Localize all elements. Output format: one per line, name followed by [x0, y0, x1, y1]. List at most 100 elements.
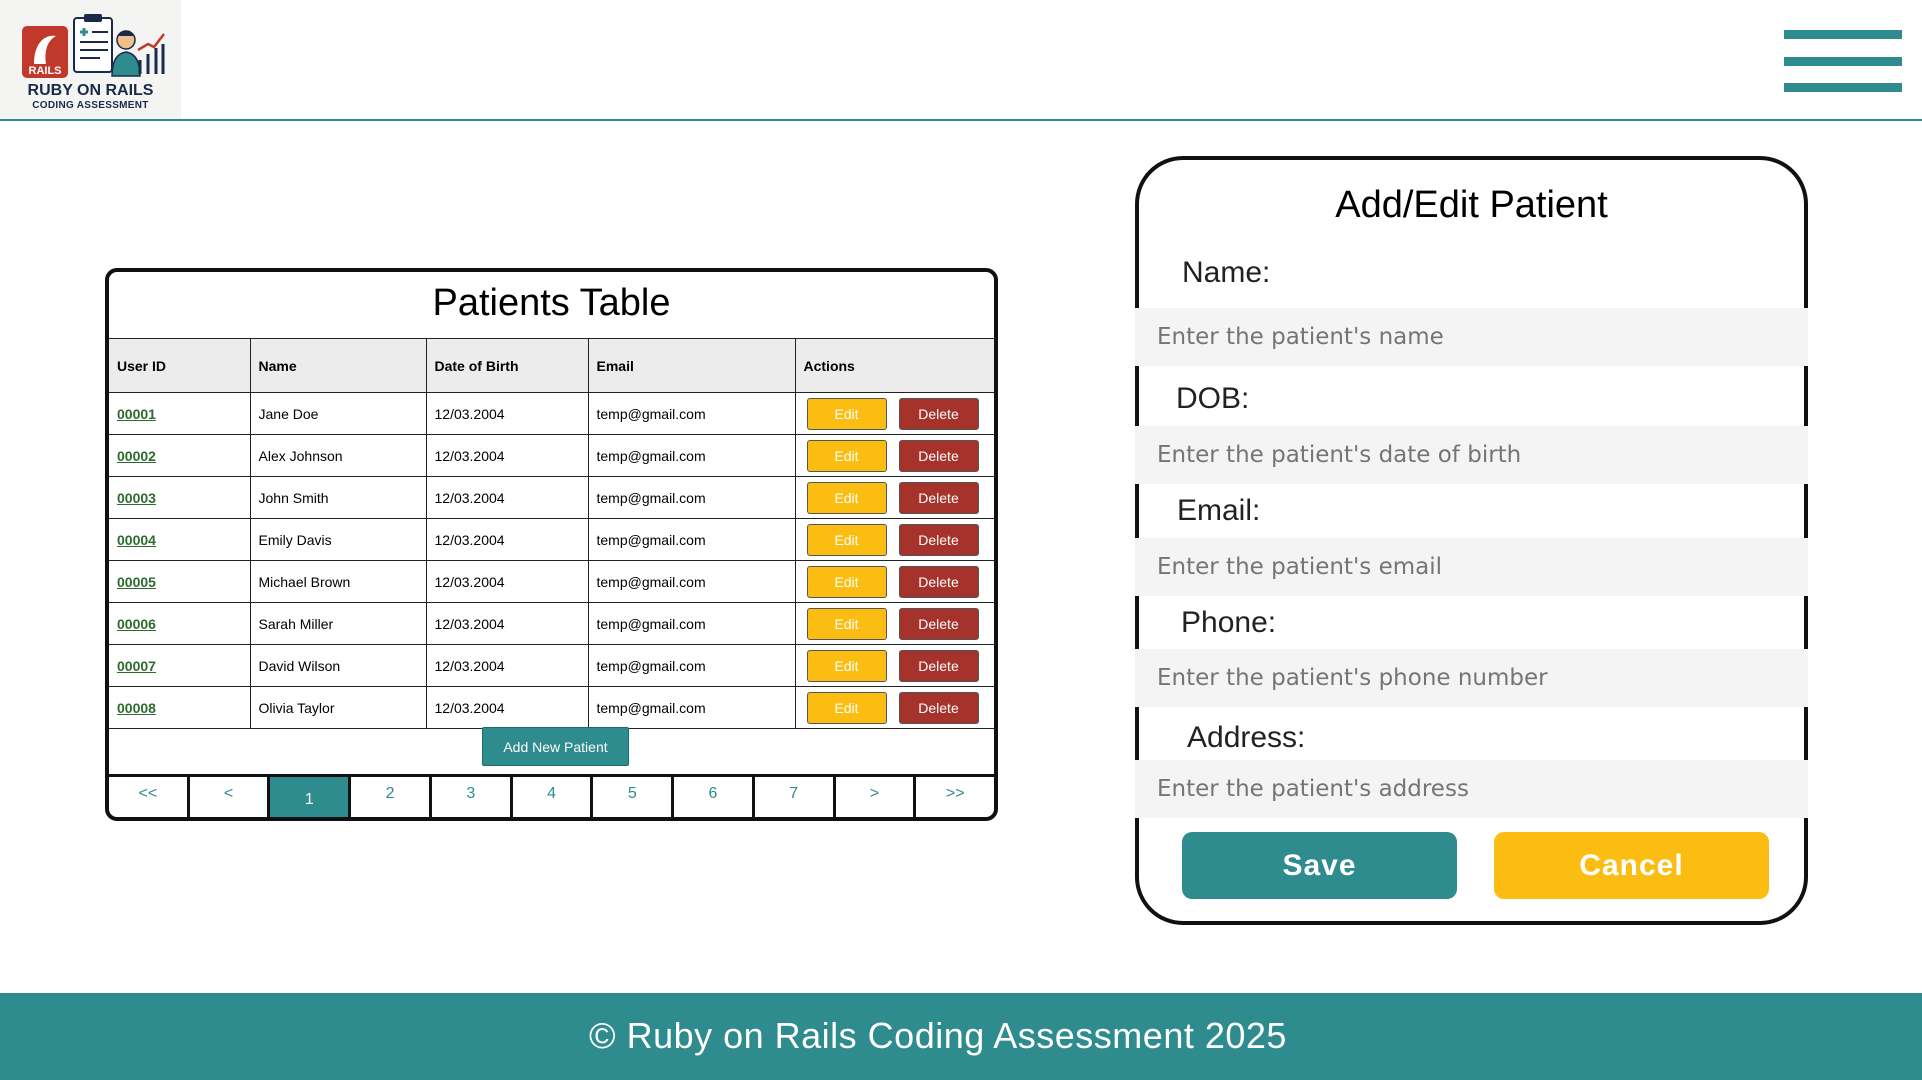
page-5-button[interactable]: 5 — [590, 777, 671, 817]
user-id-link[interactable]: 00008 — [117, 700, 156, 716]
page-last-button[interactable]: >> — [913, 777, 994, 817]
user-id-link[interactable]: 00006 — [117, 616, 156, 632]
patient-dob: 12/03.2004 — [425, 602, 589, 645]
email-label: Email: — [1177, 494, 1261, 527]
edit-button[interactable]: Edit — [806, 439, 887, 472]
page-first-button[interactable]: << — [109, 777, 187, 817]
delete-button[interactable]: Delete — [898, 481, 979, 514]
logo-illustration-icon: RAILS — [22, 14, 165, 78]
name-input[interactable] — [1135, 308, 1808, 366]
patient-email: temp@gmail.com — [587, 392, 796, 435]
patient-name: Michael Brown — [249, 560, 427, 603]
patient-name: Emily Davis — [249, 518, 427, 561]
patient-email: temp@gmail.com — [587, 602, 796, 645]
delete-button[interactable]: Delete — [898, 691, 979, 724]
patient-dob: 12/03.2004 — [425, 434, 589, 477]
patient-name: David Wilson — [249, 644, 427, 687]
hamburger-menu-icon[interactable] — [1784, 30, 1902, 92]
patient-name: Olivia Taylor — [249, 686, 427, 729]
patient-dob: 12/03.2004 — [425, 644, 589, 687]
patient-name: Alex Johnson — [249, 434, 427, 477]
page-3-button[interactable]: 3 — [428, 777, 510, 817]
save-button[interactable]: Save — [1182, 832, 1457, 899]
edit-button[interactable]: Edit — [806, 397, 887, 430]
table-row: 00005 Michael Brown 12/03.2004 temp@gmai… — [109, 560, 994, 603]
column-header: Name — [249, 338, 427, 393]
patient-email: temp@gmail.com — [587, 686, 796, 729]
column-header: Actions — [794, 338, 994, 393]
patient-email: temp@gmail.com — [587, 644, 796, 687]
add-new-patient-button[interactable]: Add New Patient — [482, 727, 629, 766]
menu-bar — [1784, 30, 1902, 39]
edit-button[interactable]: Edit — [806, 649, 887, 682]
page-7-button[interactable]: 7 — [751, 777, 833, 817]
patient-email: temp@gmail.com — [587, 434, 796, 477]
logo-subtitle: CODING ASSESSMENT — [32, 100, 149, 111]
page-2-button[interactable]: 2 — [348, 777, 429, 817]
patient-email: temp@gmail.com — [587, 560, 796, 603]
address-label: Address: — [1187, 721, 1306, 754]
cancel-button[interactable]: Cancel — [1494, 832, 1769, 899]
edit-button[interactable]: Edit — [806, 523, 887, 556]
patient-dob: 12/03.2004 — [425, 518, 589, 561]
delete-button[interactable]: Delete — [898, 523, 979, 556]
phone-input[interactable] — [1135, 649, 1808, 707]
patient-dob: 12/03.2004 — [425, 476, 589, 519]
page-prev-button[interactable]: < — [186, 777, 268, 817]
pagination: << < 1 2 3 4 5 6 7 > >> — [109, 774, 994, 817]
edit-button[interactable]: Edit — [806, 565, 887, 598]
phone-label: Phone: — [1181, 606, 1277, 639]
table-row: 00006 Sarah Miller 12/03.2004 temp@gmail… — [109, 602, 994, 645]
user-id-link[interactable]: 00005 — [117, 574, 156, 590]
footer-copyright: © Ruby on Rails Coding Assessment 2025 — [589, 1015, 1287, 1056]
table-title: Patients Table — [432, 282, 671, 324]
user-id-link[interactable]: 00003 — [117, 490, 156, 506]
column-header: Date of Birth — [425, 338, 589, 393]
table-row: 00007 David Wilson 12/03.2004 temp@gmail… — [109, 644, 994, 687]
patients-table: User ID Name Date of Birth Email Actions… — [109, 338, 994, 729]
page-next-button[interactable]: > — [832, 777, 914, 817]
user-id-link[interactable]: 00001 — [117, 406, 156, 422]
column-header: User ID — [109, 338, 251, 393]
page-footer: © Ruby on Rails Coding Assessment 2025 — [0, 993, 1922, 1080]
patient-name: Sarah Miller — [249, 602, 427, 645]
patient-dob: 12/03.2004 — [425, 686, 589, 729]
form-title: Add/Edit Patient — [1335, 184, 1608, 226]
email-input[interactable] — [1135, 538, 1808, 596]
svg-text:RAILS: RAILS — [29, 65, 62, 77]
logo-title: RUBY ON RAILS — [27, 82, 154, 99]
delete-button[interactable]: Delete — [898, 649, 979, 682]
page-4-button[interactable]: 4 — [509, 777, 591, 817]
address-input[interactable] — [1135, 760, 1808, 818]
patients-table-card: Patients Table User ID Name Date of Birt… — [105, 268, 998, 821]
delete-button[interactable]: Delete — [898, 607, 979, 640]
user-id-link[interactable]: 00004 — [117, 532, 156, 548]
table-row: 00003 John Smith 12/03.2004 temp@gmail.c… — [109, 476, 994, 519]
delete-button[interactable]: Delete — [898, 397, 979, 430]
patient-dob: 12/03.2004 — [425, 560, 589, 603]
patient-email: temp@gmail.com — [587, 518, 796, 561]
dob-input[interactable] — [1135, 426, 1808, 484]
edit-button[interactable]: Edit — [806, 691, 887, 724]
page-6-button[interactable]: 6 — [671, 777, 752, 817]
patient-name: Jane Doe — [249, 392, 427, 435]
patient-name: John Smith — [249, 476, 427, 519]
user-id-link[interactable]: 00002 — [117, 448, 156, 464]
patient-form-card: Add/Edit Patient Name: DOB: Email: Phone… — [1135, 156, 1808, 925]
edit-button[interactable]: Edit — [806, 481, 887, 514]
table-row: 00001 Jane Doe 12/03.2004 temp@gmail.com… — [109, 392, 994, 435]
dob-label: DOB: — [1176, 382, 1250, 415]
patient-email: temp@gmail.com — [587, 476, 796, 519]
delete-button[interactable]: Delete — [898, 565, 979, 598]
page-header: RAILS RUBY ON RAILS CODING ASSESSMENT — [0, 0, 1922, 121]
delete-button[interactable]: Delete — [898, 439, 979, 472]
app-logo[interactable]: RAILS RUBY ON RAILS CODING ASSESSMENT — [0, 0, 181, 119]
table-row: 00004 Emily Davis 12/03.2004 temp@gmail.… — [109, 518, 994, 561]
user-id-link[interactable]: 00007 — [117, 658, 156, 674]
table-row: 00008 Olivia Taylor 12/03.2004 temp@gmai… — [109, 686, 994, 729]
edit-button[interactable]: Edit — [806, 607, 887, 640]
column-header: Email — [587, 338, 796, 393]
menu-bar — [1784, 83, 1902, 92]
page-1-button[interactable]: 1 — [267, 777, 349, 817]
name-label: Name: — [1182, 256, 1271, 289]
